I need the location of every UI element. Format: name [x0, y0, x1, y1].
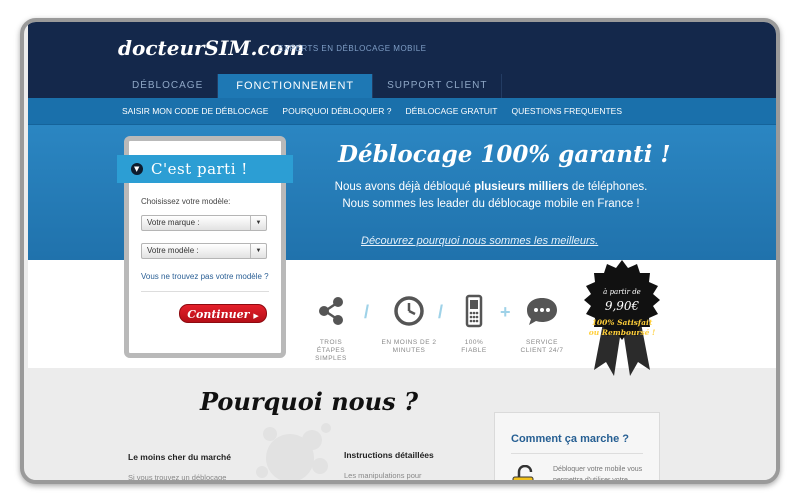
badge-from-label: à partir de	[603, 288, 641, 296]
cheapest-heading: Le moins cher du marché	[128, 452, 231, 462]
feature-speed: EN MOINS DE 2 MINUTES	[378, 294, 440, 355]
subnav-saisir-code[interactable]: SAISIR MON CODE DE DÉBLOCAGE	[122, 98, 268, 125]
cheapest-text: Si vous trouvez un déblocage	[128, 473, 227, 482]
feature-steps: TROIS ÉTAPES SIMPLES	[306, 294, 356, 363]
chat-icon	[527, 298, 557, 325]
feature-reliable: 100% FIABLE	[452, 294, 496, 355]
feature-steps-line-1: TROIS	[319, 339, 343, 346]
site-tagline: EXPERTS EN DÉBLOCAGE MOBILE	[278, 44, 427, 53]
hero-line-1: Nous avons déjà débloqué plusieurs milli…	[326, 181, 656, 193]
subnav-gratuit[interactable]: DÉBLOCAGE GRATUIT	[406, 98, 498, 125]
hero-link[interactable]: Découvrez pourquoi nous sommes les meill…	[361, 235, 598, 247]
feature-reliable-line-2: FIABLE	[461, 347, 487, 354]
continue-button[interactable]: Continuer ▶	[179, 304, 267, 323]
how-it-works-box: Comment ça marche ? Débloquer votre mobi…	[494, 412, 660, 484]
model-not-found-link[interactable]: Vous ne trouvez pas votre modèle ?	[141, 272, 269, 281]
window-frame: docteurSIM.com EXPERTS EN DÉBLOCAGE MOBI…	[20, 18, 780, 484]
feature-speed-line-1: EN MOINS DE 2	[381, 339, 437, 346]
subnav-pourquoi[interactable]: POURQUOI DÉBLOQUER ?	[282, 98, 391, 125]
tab-deblocage[interactable]: DÉBLOCAGE	[118, 74, 219, 98]
form-ribbon: ▼ C'est parti !	[117, 155, 293, 183]
tab-fonctionnement[interactable]: FONCTIONNEMENT	[218, 74, 374, 98]
continue-button-label: Continuer	[187, 308, 250, 321]
feature-support: SERVICE CLIENT 24/7	[514, 294, 570, 355]
feature-speed-text: EN MOINS DE 2 MINUTES	[378, 339, 440, 355]
form-label: Choisissez votre modèle:	[141, 197, 231, 206]
clock-icon	[394, 296, 424, 326]
feature-steps-text: TROIS ÉTAPES SIMPLES	[306, 339, 356, 363]
share-icon	[319, 297, 343, 325]
hero-line-2: Nous sommes les leader du déblocage mobi…	[342, 198, 640, 210]
feature-steps-line-3: SIMPLES	[315, 355, 347, 362]
page: docteurSIM.com EXPERTS EN DÉBLOCAGE MOBI…	[28, 22, 776, 484]
main-tabs: DÉBLOCAGE FONCTIONNEMENT SUPPORT CLIENT	[118, 74, 503, 98]
form-divider	[141, 291, 269, 292]
dropdown-arrow-icon: ▼	[250, 216, 266, 230]
how-it-works-title[interactable]: Comment ça marche ?	[511, 433, 629, 445]
hero-title: Déblocage 100% garanti !	[338, 141, 671, 168]
site-logo[interactable]: docteurSIM.com	[118, 36, 304, 60]
why-us-title: Pourquoi nous ?	[200, 387, 419, 416]
feature-reliable-text: 100% FIABLE	[452, 339, 496, 355]
sub-navigation: SAISIR MON CODE DE DÉBLOCAGE POURQUOI DÉ…	[28, 98, 776, 125]
how-it-works-divider	[511, 453, 643, 454]
splash-decoration	[256, 423, 331, 480]
hero-line-1-post: de téléphones.	[568, 181, 648, 193]
chevron-right-icon: ▶	[253, 311, 259, 320]
model-select-value: Votre modèle :	[147, 246, 199, 255]
chevron-down-icon: ▼	[131, 163, 143, 175]
form-ribbon-label: C'est parti !	[151, 160, 248, 178]
feature-speed-line-2: MINUTES	[392, 347, 426, 354]
badge-price: 9,90€	[604, 299, 640, 313]
phone-icon	[465, 294, 483, 328]
tab-support-client[interactable]: SUPPORT CLIENT	[373, 74, 503, 98]
dropdown-arrow-icon: ▼	[250, 244, 266, 258]
badge-promise: 100% Satisfait ou Remboursé !	[580, 318, 664, 338]
feature-support-text: SERVICE CLIENT 24/7	[514, 339, 570, 355]
badge-promise-line-1: 100% Satisfait	[591, 318, 653, 327]
badge-promise-line-2: ou Remboursé !	[588, 328, 656, 337]
unlock-icon	[512, 465, 534, 480]
feature-support-line-1: SERVICE	[526, 339, 558, 346]
brand-select[interactable]: Votre marque : ▼	[141, 215, 267, 231]
hero-line-1-pre: Nous avons déjà débloqué	[334, 181, 475, 193]
brand-select-value: Votre marque :	[147, 218, 200, 227]
how-it-works-text: Débloquer votre mobile vous permettra d'…	[553, 466, 643, 484]
unlock-form-card: ▼ C'est parti ! Choisissez votre modèle:…	[117, 136, 293, 358]
feature-reliable-line-1: 100%	[464, 339, 484, 346]
instructions-heading: Instructions détaillées	[344, 450, 434, 460]
feature-support-line-2: CLIENT 24/7	[520, 347, 564, 354]
separator-slash: /	[364, 302, 370, 322]
separator-slash: /	[438, 302, 444, 322]
model-select[interactable]: Votre modèle : ▼	[141, 243, 267, 259]
subnav-faq[interactable]: QUESTIONS FREQUENTES	[511, 98, 622, 125]
hero-line-1-bold: plusieurs milliers	[474, 181, 569, 193]
feature-steps-line-2: ÉTAPES	[316, 347, 346, 354]
separator-plus: +	[500, 302, 511, 322]
instructions-text: Les manipulations pour	[344, 471, 422, 480]
